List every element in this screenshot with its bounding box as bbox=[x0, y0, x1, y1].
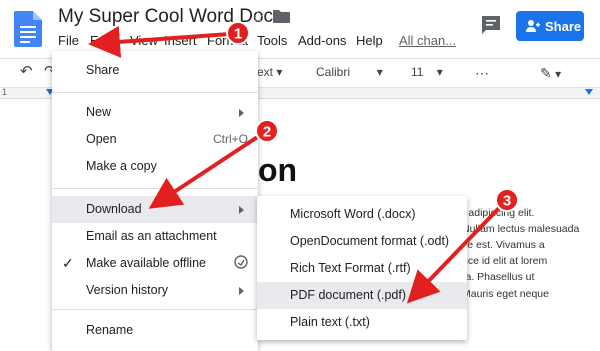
menu-item-make-copy[interactable]: Make a copy bbox=[52, 153, 258, 180]
menu-item-label: Rename bbox=[86, 323, 134, 337]
document-text-line[interactable]: nce id elit at lorem bbox=[462, 255, 547, 267]
menu-help[interactable]: Help bbox=[356, 33, 383, 48]
submenu-item-label: Plain text (.txt) bbox=[290, 315, 370, 329]
last-edit-link[interactable]: All chan... bbox=[399, 33, 456, 48]
submenu-arrow-icon bbox=[239, 109, 244, 117]
menu-item-email-attachment[interactable]: Email as an attachment bbox=[52, 223, 258, 250]
menu-divider bbox=[52, 188, 258, 189]
share-label: Share bbox=[545, 19, 582, 34]
menu-edit[interactable]: Edit bbox=[90, 33, 112, 48]
menu-item-label: Download bbox=[86, 202, 142, 216]
share-button[interactable]: Share bbox=[516, 11, 584, 41]
more-options-icon[interactable]: ⋯ bbox=[475, 65, 489, 82]
menu-item-label: New bbox=[86, 105, 112, 119]
menu-item-version-history[interactable]: Version history bbox=[52, 277, 258, 304]
menu-item-label: Version history bbox=[86, 283, 168, 297]
menu-item-new[interactable]: New bbox=[52, 99, 258, 126]
submenu-item-pdf[interactable]: PDF document (.pdf) bbox=[257, 282, 467, 309]
submenu-item-label: OpenDocument format (.odt) bbox=[290, 234, 450, 248]
font-select-value: Calibri bbox=[316, 65, 351, 79]
document-text-line[interactable]: Nullam lectus malesuada bbox=[462, 223, 579, 235]
menu-tools[interactable]: Tools bbox=[257, 33, 287, 48]
font-select[interactable]: Calibri ▾ bbox=[316, 65, 383, 79]
menu-item-label: Make a copy bbox=[86, 159, 157, 173]
menu-item-label: Share bbox=[86, 63, 120, 77]
ruler-tick-label: 1 bbox=[2, 87, 8, 97]
font-size-select[interactable]: 11 ▾ bbox=[411, 65, 443, 79]
menu-item-label: Make available offline bbox=[86, 256, 206, 270]
menu-item-share[interactable]: Share bbox=[52, 57, 258, 84]
menu-divider bbox=[52, 309, 258, 310]
folder-icon[interactable] bbox=[273, 10, 290, 23]
editing-mode-icon[interactable]: ✎ ▾ bbox=[540, 65, 561, 82]
document-heading[interactable]: on bbox=[258, 152, 297, 189]
shortcut-label: Ctrl+O bbox=[212, 132, 248, 146]
document-title[interactable]: My Super Cool Word Doc bbox=[58, 6, 273, 28]
menu-divider bbox=[52, 92, 258, 93]
menu-bar: File Edit View Insert Format Tools Add-o… bbox=[52, 33, 472, 51]
document-text-line[interactable]: se est. Vivamus a bbox=[462, 239, 545, 251]
document-text-line[interactable]: ra. Phasellus ut bbox=[462, 271, 534, 283]
google-docs-icon[interactable] bbox=[14, 11, 42, 47]
submenu-arrow-icon bbox=[239, 206, 244, 214]
menu-item-label: Open bbox=[86, 132, 117, 146]
menu-insert[interactable]: Insert bbox=[164, 33, 197, 48]
style-select[interactable]: ext ▾ bbox=[257, 65, 282, 79]
submenu-item-label: Microsoft Word (.docx) bbox=[290, 207, 416, 221]
people-icon bbox=[526, 20, 540, 32]
pencil-icon: ✎ bbox=[540, 65, 552, 81]
offline-icon bbox=[234, 255, 248, 269]
submenu-item-label: PDF document (.pdf) bbox=[290, 288, 407, 302]
undo-icon[interactable]: ↶ bbox=[20, 62, 33, 80]
submenu-arrow-icon bbox=[239, 287, 244, 295]
submenu-item-odt[interactable]: OpenDocument format (.odt) bbox=[257, 228, 467, 255]
submenu-item-label: Rich Text Format (.rtf) bbox=[290, 261, 411, 275]
style-select-value: ext bbox=[257, 65, 274, 79]
file-menu: Share New Open Ctrl+O Make a copy Downloa… bbox=[52, 51, 258, 351]
star-icon[interactable]: ☆ bbox=[251, 8, 264, 26]
submenu-item-txt[interactable]: Plain text (.txt) bbox=[257, 309, 467, 336]
comment-icon[interactable] bbox=[480, 14, 502, 36]
right-indent-marker[interactable] bbox=[585, 89, 593, 95]
checkmark-icon: ✓ bbox=[62, 255, 74, 271]
menu-item-download[interactable]: Download bbox=[52, 196, 258, 223]
menu-addons[interactable]: Add-ons bbox=[298, 33, 346, 48]
menu-item-label: Email as an attachment bbox=[86, 229, 217, 243]
menu-item-make-offline[interactable]: ✓ Make available offline bbox=[52, 250, 258, 277]
document-text-line[interactable]: Mauris eget neque bbox=[462, 288, 549, 300]
annotation-number: 2 bbox=[263, 124, 271, 141]
menu-view[interactable]: View bbox=[130, 33, 158, 48]
font-size-value: 11 bbox=[411, 65, 424, 79]
submenu-item-docx[interactable]: Microsoft Word (.docx) bbox=[257, 201, 467, 228]
menu-format[interactable]: Format bbox=[207, 33, 248, 48]
submenu-item-rtf[interactable]: Rich Text Format (.rtf) bbox=[257, 255, 467, 282]
menu-item-open[interactable]: Open Ctrl+O bbox=[52, 126, 258, 153]
document-text-line[interactable]: r adipiscing elit. bbox=[462, 207, 534, 219]
menu-file[interactable]: File bbox=[58, 33, 79, 48]
download-submenu: Microsoft Word (.docx) OpenDocument form… bbox=[257, 196, 467, 340]
